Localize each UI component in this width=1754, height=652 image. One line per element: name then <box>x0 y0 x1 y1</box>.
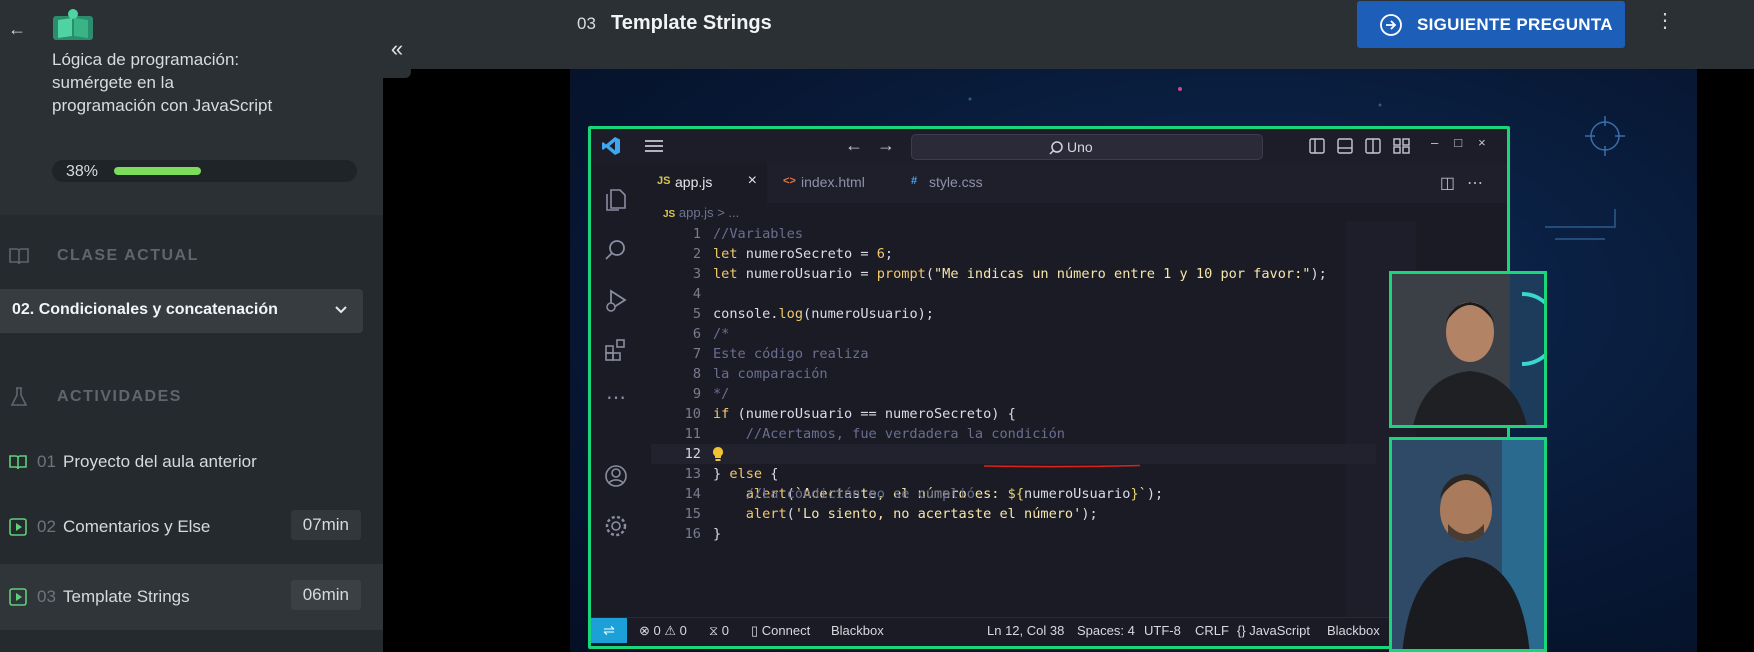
instructor-2-image <box>1392 440 1544 649</box>
tab-app-js[interactable]: JS app.js × <box>641 163 767 203</box>
lightbulb-icon[interactable] <box>711 446 725 462</box>
breadcrumb-file: app.js <box>678 205 714 220</box>
next-question-button[interactable]: SIGUIENTE PREGUNTA <box>1357 1 1625 48</box>
code-editor-window: ←→ Uno –□× ⋯ JS app.js × <> index.html #… <box>588 126 1510 649</box>
progress-track <box>114 167 344 175</box>
tab-label: style.css <box>929 174 983 190</box>
editor-titlebar: ←→ Uno –□× <box>591 129 1507 163</box>
activity-number: 01 <box>37 452 56 471</box>
instructor-1-image <box>1392 274 1544 425</box>
back-arrow-icon[interactable]: ← <box>6 18 28 40</box>
search-text: Uno <box>1067 139 1093 155</box>
javascript-file-icon: JS <box>657 175 671 187</box>
play-icon <box>9 588 27 606</box>
lesson-select-label: 02. Condicionales y concatenación <box>12 301 278 318</box>
line-endings[interactable]: CRLF <box>1195 623 1229 638</box>
lesson-number: 03 <box>577 14 596 33</box>
settings-gear-icon[interactable] <box>603 513 629 539</box>
next-question-label: SIGUIENTE PREGUNTA <box>1417 15 1613 34</box>
current-class-section: CLASE ACTUAL <box>0 241 383 271</box>
book-icon <box>9 248 29 265</box>
breadcrumb: JS app.js > ... <box>663 205 739 220</box>
editor-tabs: JS app.js × <> index.html # style.css ◫⋯ <box>641 163 1507 203</box>
activity-duration: 07min <box>290 510 361 540</box>
files-icon[interactable] <box>603 187 629 213</box>
activity-number: 03 <box>37 587 56 606</box>
chevron-down-icon <box>335 306 347 314</box>
language-label: JavaScript <box>1249 623 1310 638</box>
language-mode[interactable]: {} JavaScript <box>1237 623 1310 638</box>
tab-label: app.js <box>675 174 713 190</box>
tab-index-html[interactable]: <> index.html <box>767 163 895 203</box>
course-logo-icon <box>53 9 93 40</box>
activity-duration: 06min <box>290 580 361 610</box>
more-options-icon[interactable]: ⋮ <box>1655 10 1675 36</box>
menu-icon[interactable] <box>643 138 665 154</box>
tab-label: index.html <box>801 174 865 190</box>
css-file-icon: # <box>911 175 918 187</box>
lesson-select[interactable]: 02. Condicionales y concatenación <box>0 289 363 333</box>
navigation-arrows-icon[interactable]: ←→ <box>845 135 909 156</box>
close-icon[interactable]: × <box>748 172 757 190</box>
code-area[interactable]: 1//Variables 2 let numeroSecreto = 6; 3 le… <box>651 224 1376 544</box>
encoding[interactable]: UTF-8 <box>1144 623 1181 638</box>
progress-percent: 38% <box>66 163 99 180</box>
activity-title: Comentarios y Else <box>63 517 211 536</box>
search-icon[interactable] <box>603 237 629 263</box>
progress-fill <box>114 167 202 175</box>
sidebar: ← Lógica de programación: sumérgete en l… <box>0 0 383 652</box>
flask-icon <box>10 387 28 406</box>
vscode-logo-icon <box>602 137 620 155</box>
connect-label: Connect <box>761 623 811 638</box>
collapse-sidebar-button[interactable]: « <box>383 22 411 78</box>
javascript-file-icon: JS <box>663 209 676 220</box>
search-icon <box>1049 141 1063 155</box>
blackbox-status-left[interactable]: Blackbox <box>831 623 884 638</box>
activity-title: Proyecto del aula anterior <box>63 452 257 471</box>
course-title: Lógica de programación: sumérgete en la … <box>52 50 273 115</box>
current-class-label: CLASE ACTUAL <box>57 247 199 264</box>
instructor-webcam-1 <box>1389 271 1547 428</box>
split-editor-and-more-icons[interactable]: ◫⋯ <box>1440 173 1495 193</box>
cursor-position[interactable]: Ln 12, Col 38 <box>987 623 1064 638</box>
account-icon[interactable] <box>603 463 629 489</box>
error-count: 0 <box>653 623 661 638</box>
activity-number: 02 <box>37 517 56 536</box>
activity-item[interactable]: 02 Comentarios y Else 07min <box>0 494 383 560</box>
layout-toggle-icons[interactable] <box>1309 138 1419 154</box>
activity-item[interactable]: 01 Proyecto del aula anterior <box>0 429 383 495</box>
editor-activity-bar: ⋯ <box>591 163 641 617</box>
activities-section: ACTIVIDADES <box>0 382 383 412</box>
more-icon[interactable]: ⋯ <box>603 385 629 411</box>
errors-status[interactable]: ⊗ 0 ⚠ 0 <box>639 623 687 639</box>
indentation[interactable]: Spaces: 4 <box>1077 623 1135 638</box>
warning-count: 0 <box>679 623 687 638</box>
remote-icon[interactable]: ⇌ <box>591 618 627 643</box>
book-icon <box>9 455 27 470</box>
html-file-icon: <> <box>783 175 796 187</box>
blackbox-status-right[interactable]: Blackbox <box>1327 623 1380 638</box>
ports-status[interactable]: ⧖ 0 <box>709 623 729 639</box>
activities-label: ACTIVIDADES <box>57 388 182 405</box>
lesson-title: Template Strings <box>611 12 772 34</box>
activity-title: Template Strings <box>63 587 190 606</box>
arrow-right-circle-icon <box>1380 14 1402 36</box>
course-progress: 38% <box>52 160 357 182</box>
instructor-webcam-2 <box>1389 437 1547 652</box>
video-player[interactable]: ←→ Uno –□× ⋯ JS app.js × <> index.html #… <box>570 69 1697 652</box>
connect-status[interactable]: ▯ Connect <box>751 623 810 639</box>
activity-item-active[interactable]: 03 Template Strings 06min <box>0 564 383 630</box>
tab-style-css[interactable]: # style.css <box>895 163 1021 203</box>
extensions-icon[interactable] <box>603 337 629 363</box>
command-search-input[interactable]: Uno <box>911 134 1263 160</box>
editor-statusbar: ⇌ ⊗ 0 ⚠ 0 ⧖ 0 ▯ Connect Blackbox Ln 12, … <box>591 617 1507 643</box>
play-icon <box>9 518 27 536</box>
window-controls-icons[interactable]: –□× <box>1431 135 1502 150</box>
ports-count: 0 <box>721 623 729 638</box>
breadcrumb-separator: > ... <box>717 205 740 220</box>
app: ← Lógica de programación: sumérgete en l… <box>0 0 1754 652</box>
lesson-header: 03 Template Strings SIGUIENTE PREGUNTA ⋮ <box>383 0 1754 69</box>
course-header: ← Lógica de programación: sumérgete en l… <box>0 0 383 215</box>
run-debug-icon[interactable] <box>603 287 629 313</box>
